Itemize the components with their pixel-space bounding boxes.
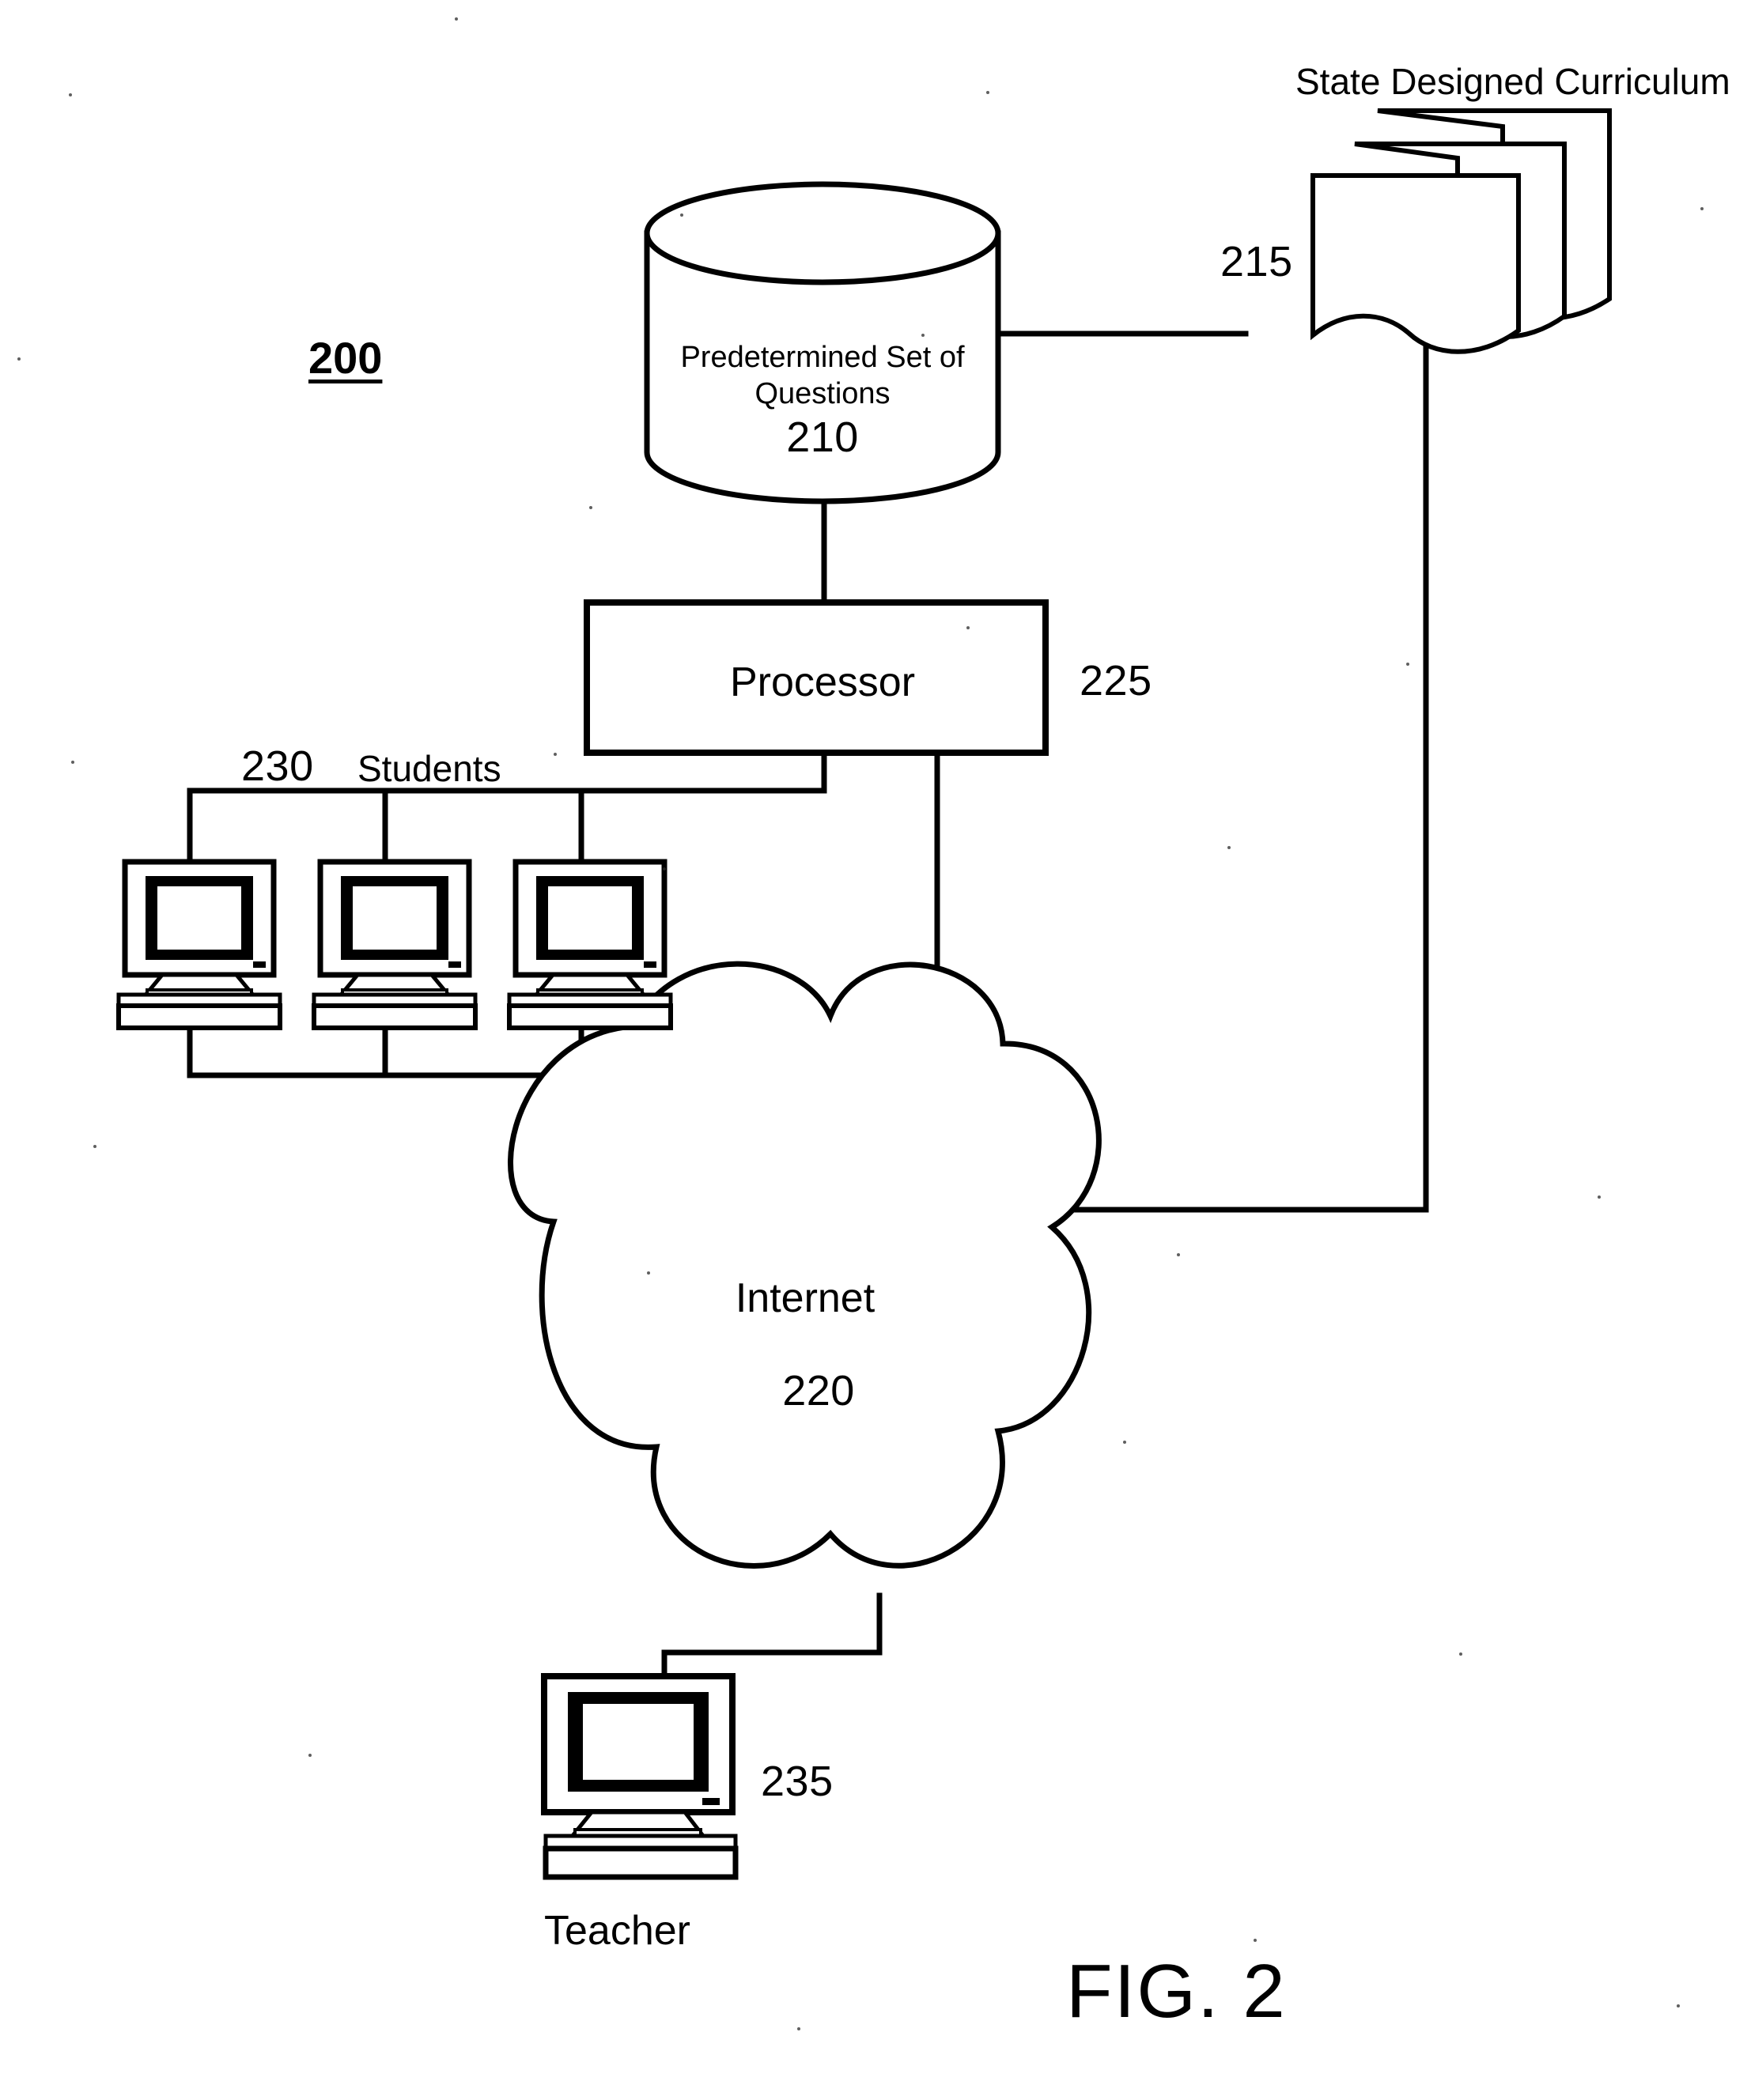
scan-speck bbox=[1254, 1939, 1257, 1942]
scan-speck bbox=[554, 753, 557, 756]
scan-speck bbox=[680, 213, 683, 217]
system-reference-200: 200 bbox=[308, 333, 383, 383]
scan-speck bbox=[1598, 1195, 1601, 1199]
scan-speck bbox=[69, 93, 72, 96]
curriculum-reference-215: 215 bbox=[1220, 238, 1293, 285]
scan-speck bbox=[1406, 663, 1409, 666]
scan-speck bbox=[1177, 1253, 1180, 1256]
figure-page: 200 Predetermined Set of Questions 210 S… bbox=[0, 0, 1751, 2100]
scan-speck bbox=[1123, 1441, 1126, 1444]
scan-speck bbox=[797, 2027, 800, 2030]
processor-label: Processor bbox=[729, 659, 916, 705]
link-curriculum-to-internet bbox=[1068, 317, 1429, 1213]
scan-speck bbox=[93, 1145, 96, 1148]
scan-speck bbox=[1700, 207, 1704, 210]
scan-speck bbox=[1677, 2004, 1680, 2007]
scan-speck bbox=[589, 506, 592, 509]
student-computer-2-icon bbox=[312, 859, 478, 1030]
scan-speck bbox=[647, 1271, 650, 1275]
database-reference-210: 210 bbox=[786, 414, 859, 461]
student-computer-3-icon bbox=[507, 859, 673, 1030]
scan-speck bbox=[1459, 1652, 1462, 1656]
scan-speck bbox=[1227, 846, 1231, 849]
internet-cloud-shape bbox=[508, 961, 1102, 1569]
processor-reference-225: 225 bbox=[1080, 657, 1152, 704]
curriculum-document-stack-shape bbox=[1310, 108, 1612, 354]
teacher-reference-235: 235 bbox=[761, 1758, 834, 1805]
database-label-line1: Predetermined Set of bbox=[680, 341, 965, 374]
scan-speck bbox=[455, 17, 458, 21]
teacher-computer-icon bbox=[541, 1673, 739, 1880]
students-label: Students bbox=[357, 748, 501, 789]
figure-caption: FIG. 2 bbox=[1066, 1949, 1287, 2034]
students-reference-230: 230 bbox=[241, 742, 314, 790]
scan-speck bbox=[308, 1754, 312, 1757]
scan-speck bbox=[71, 761, 74, 764]
scan-speck bbox=[986, 91, 989, 94]
curriculum-title: State Designed Curriculum bbox=[1295, 61, 1730, 102]
teacher-label: Teacher bbox=[544, 1908, 690, 1954]
scan-speck bbox=[921, 334, 925, 337]
figure-canvas bbox=[116, 108, 1612, 1880]
scan-speck bbox=[966, 626, 970, 629]
scan-speck bbox=[663, 867, 666, 871]
database-label-line2: Questions bbox=[754, 377, 891, 410]
scan-speck bbox=[17, 357, 21, 361]
internet-reference-220: 220 bbox=[782, 1367, 855, 1414]
internet-label: Internet bbox=[735, 1275, 876, 1321]
student-computer-1-icon bbox=[116, 859, 282, 1030]
